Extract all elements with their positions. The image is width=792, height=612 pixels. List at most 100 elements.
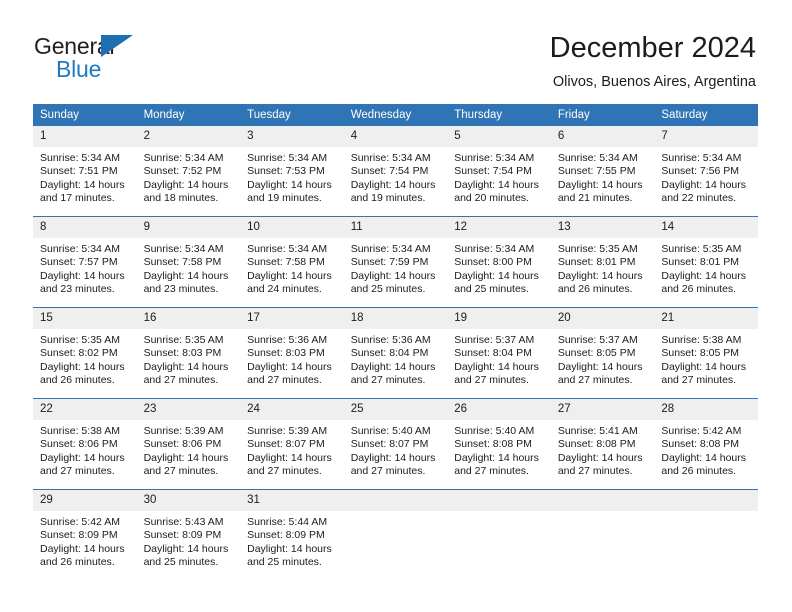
day-cell[interactable]: 21 Sunrise: 5:38 AM Sunset: 8:05 PM Dayligh… [654, 307, 758, 399]
day-cell[interactable]: 24 Sunrise: 5:39 AM Sunset: 8:07 PM Dayligh… [240, 398, 344, 490]
daylight-text-line2: and 26 minutes. [661, 465, 737, 478]
day-details: Sunrise: 5:34 AM Sunset: 7:52 PM Daylight:… [137, 147, 241, 206]
calendar-page: General Blue December 2024 Olivos, Bueno… [0, 0, 792, 612]
sunrise-text: Sunrise: 5:34 AM [454, 152, 535, 164]
day-cell[interactable]: 27 Sunrise: 5:41 AM Sunset: 8:08 PM Dayligh… [550, 398, 655, 490]
sunrise-text: Sunrise: 5:35 AM [40, 334, 120, 346]
day-number: 15 [33, 308, 137, 329]
sunset-text: Sunset: 7:51 PM [40, 165, 118, 178]
daylight-text-line1: Daylight: 14 hours [143, 178, 229, 191]
sunset-text: Sunset: 8:08 PM [557, 438, 636, 451]
daylight-text-line2: and 22 minutes. [661, 192, 737, 205]
daylight-text-line1: Daylight: 14 hours [350, 451, 436, 464]
sunrise-text: Sunrise: 5:37 AM [454, 334, 535, 346]
day-cell[interactable]: 12 Sunrise: 5:34 AM Sunset: 8:00 PM Dayligh… [447, 216, 551, 308]
day-details: Sunrise: 5:39 AM Sunset: 8:06 PM Daylight:… [137, 420, 241, 479]
sunrise-text: Sunrise: 5:38 AM [661, 334, 742, 346]
day-cell[interactable]: 16 Sunrise: 5:35 AM Sunset: 8:03 PM Dayligh… [136, 307, 241, 399]
day-number: 18 [343, 308, 448, 329]
daylight-text-line2: and 27 minutes. [557, 374, 633, 387]
week-row: 22 Sunrise: 5:38 AM Sunset: 8:06 PM Dayligh… [33, 398, 758, 490]
day-cell[interactable]: 7 Sunrise: 5:34 AM Sunset: 7:56 PM Daylight… [654, 126, 758, 217]
sunset-text: Sunset: 8:02 PM [40, 347, 118, 360]
day-cell[interactable]: 26 Sunrise: 5:40 AM Sunset: 8:08 PM Dayligh… [447, 398, 551, 490]
day-cell[interactable]: 15 Sunrise: 5:35 AM Sunset: 8:02 PM Dayligh… [33, 307, 137, 399]
daylight-text-line1: Daylight: 14 hours [40, 178, 125, 191]
sunset-text: Sunset: 8:04 PM [454, 347, 532, 360]
daylight-text-line2: and 24 minutes. [247, 283, 322, 296]
day-cell-empty [447, 489, 551, 585]
sunrise-text: Sunrise: 5:39 AM [143, 425, 224, 437]
day-cell[interactable]: 10 Sunrise: 5:34 AM Sunset: 7:58 PM Dayligh… [240, 216, 344, 308]
day-details: Sunrise: 5:36 AM Sunset: 8:03 PM Daylight:… [240, 329, 344, 388]
day-details: Sunrise: 5:34 AM Sunset: 7:58 PM Daylight:… [137, 238, 241, 297]
daylight-text-line2: and 27 minutes. [661, 374, 737, 387]
daylight-text-line1: Daylight: 14 hours [143, 269, 229, 282]
day-details: Sunrise: 5:37 AM Sunset: 8:04 PM Daylight:… [447, 329, 551, 388]
day-cell[interactable]: 19 Sunrise: 5:37 AM Sunset: 8:04 PM Dayligh… [447, 307, 551, 399]
day-number: 5 [447, 126, 551, 147]
sunset-text: Sunset: 7:55 PM [557, 165, 636, 178]
day-cell[interactable]: 29 Sunrise: 5:42 AM Sunset: 8:09 PM Dayligh… [33, 489, 137, 585]
day-cell[interactable]: 17 Sunrise: 5:36 AM Sunset: 8:03 PM Dayligh… [240, 307, 344, 399]
sunset-text: Sunset: 8:05 PM [557, 347, 636, 360]
daylight-text-line2: and 26 minutes. [661, 283, 737, 296]
sunset-text: Sunset: 7:56 PM [661, 165, 740, 178]
day-cell[interactable]: 22 Sunrise: 5:38 AM Sunset: 8:06 PM Dayligh… [33, 398, 137, 490]
week-row: 8 Sunrise: 5:34 AM Sunset: 7:57 PM Daylight… [33, 216, 758, 308]
day-cell[interactable]: 23 Sunrise: 5:39 AM Sunset: 8:06 PM Dayligh… [136, 398, 241, 490]
day-cell[interactable]: 31 Sunrise: 5:44 AM Sunset: 8:09 PM Dayligh… [240, 489, 344, 585]
daylight-text-line2: and 19 minutes. [247, 192, 322, 205]
day-number: 28 [654, 399, 758, 420]
sunset-text: Sunset: 8:06 PM [143, 438, 222, 451]
title-block: December 2024 Olivos, Buenos Aires, Arge… [550, 30, 756, 92]
sunrise-text: Sunrise: 5:35 AM [661, 243, 742, 255]
day-details: Sunrise: 5:34 AM Sunset: 7:55 PM Daylight:… [551, 147, 655, 206]
day-cell[interactable]: 13 Sunrise: 5:35 AM Sunset: 8:01 PM Dayligh… [550, 216, 655, 308]
sunrise-text: Sunrise: 5:40 AM [454, 425, 535, 437]
sunrise-text: Sunrise: 5:44 AM [247, 516, 328, 528]
day-cell[interactable]: 6 Sunrise: 5:34 AM Sunset: 7:55 PM Daylight… [550, 126, 655, 217]
sunrise-text: Sunrise: 5:35 AM [557, 243, 638, 255]
daylight-text-line1: Daylight: 14 hours [454, 451, 539, 464]
day-details: Sunrise: 5:34 AM Sunset: 7:58 PM Daylight:… [240, 238, 344, 297]
daylight-text-line2: and 25 minutes. [247, 556, 322, 569]
day-cell[interactable]: 2 Sunrise: 5:34 AM Sunset: 7:52 PM Daylight… [136, 126, 241, 217]
day-details: Sunrise: 5:40 AM Sunset: 8:08 PM Daylight:… [447, 420, 551, 479]
general-blue-logo[interactable]: General Blue [34, 34, 254, 90]
day-cell[interactable]: 18 Sunrise: 5:36 AM Sunset: 8:04 PM Dayligh… [343, 307, 448, 399]
sunset-text: Sunset: 8:08 PM [454, 438, 532, 451]
day-cell[interactable]: 9 Sunrise: 5:34 AM Sunset: 7:58 PM Daylight… [136, 216, 241, 308]
sunset-text: Sunset: 7:53 PM [247, 165, 325, 178]
day-cell[interactable]: 30 Sunrise: 5:43 AM Sunset: 8:09 PM Dayligh… [136, 489, 241, 585]
day-details: Sunrise: 5:40 AM Sunset: 8:07 PM Daylight:… [344, 420, 448, 479]
day-number: 12 [447, 217, 551, 238]
day-cell[interactable]: 20 Sunrise: 5:37 AM Sunset: 8:05 PM Dayligh… [550, 307, 655, 399]
sunrise-text: Sunrise: 5:36 AM [350, 334, 431, 346]
day-number [654, 490, 758, 511]
sunrise-text: Sunrise: 5:42 AM [661, 425, 742, 437]
day-number: 30 [136, 490, 241, 511]
day-cell[interactable]: 28 Sunrise: 5:42 AM Sunset: 8:08 PM Dayligh… [654, 398, 758, 490]
page-title: December 2024 [549, 32, 756, 64]
day-cell[interactable]: 11 Sunrise: 5:34 AM Sunset: 7:59 PM Dayligh… [343, 216, 448, 308]
logo-text-blue: Blue [56, 56, 102, 82]
day-number: 25 [343, 399, 448, 420]
sunrise-text: Sunrise: 5:36 AM [247, 334, 328, 346]
day-cell[interactable]: 25 Sunrise: 5:40 AM Sunset: 8:07 PM Dayligh… [343, 398, 448, 490]
day-details: Sunrise: 5:36 AM Sunset: 8:04 PM Daylight:… [344, 329, 448, 388]
day-cell[interactable]: 4 Sunrise: 5:34 AM Sunset: 7:54 PM Daylight… [343, 126, 448, 217]
sunset-text: Sunset: 7:58 PM [247, 256, 325, 269]
day-cell[interactable]: 3 Sunrise: 5:34 AM Sunset: 7:53 PM Daylight… [240, 126, 344, 217]
daylight-text-line1: Daylight: 14 hours [247, 178, 332, 191]
daylight-text-line1: Daylight: 14 hours [247, 451, 332, 464]
day-details: Sunrise: 5:34 AM Sunset: 7:51 PM Daylight:… [33, 147, 137, 206]
day-number: 20 [550, 308, 655, 329]
day-cell[interactable]: 8 Sunrise: 5:34 AM Sunset: 7:57 PM Daylight… [33, 216, 137, 308]
masthead: General Blue December 2024 Olivos, Bueno… [0, 0, 792, 100]
day-cell[interactable]: 14 Sunrise: 5:35 AM Sunset: 8:01 PM Dayligh… [654, 216, 758, 308]
daylight-text-line2: and 27 minutes. [247, 465, 322, 478]
day-cell[interactable]: 1 Sunrise: 5:34 AM Sunset: 7:51 PM Daylight… [33, 126, 137, 217]
day-cell[interactable]: 5 Sunrise: 5:34 AM Sunset: 7:54 PM Daylight… [447, 126, 551, 217]
day-number: 6 [550, 126, 655, 147]
